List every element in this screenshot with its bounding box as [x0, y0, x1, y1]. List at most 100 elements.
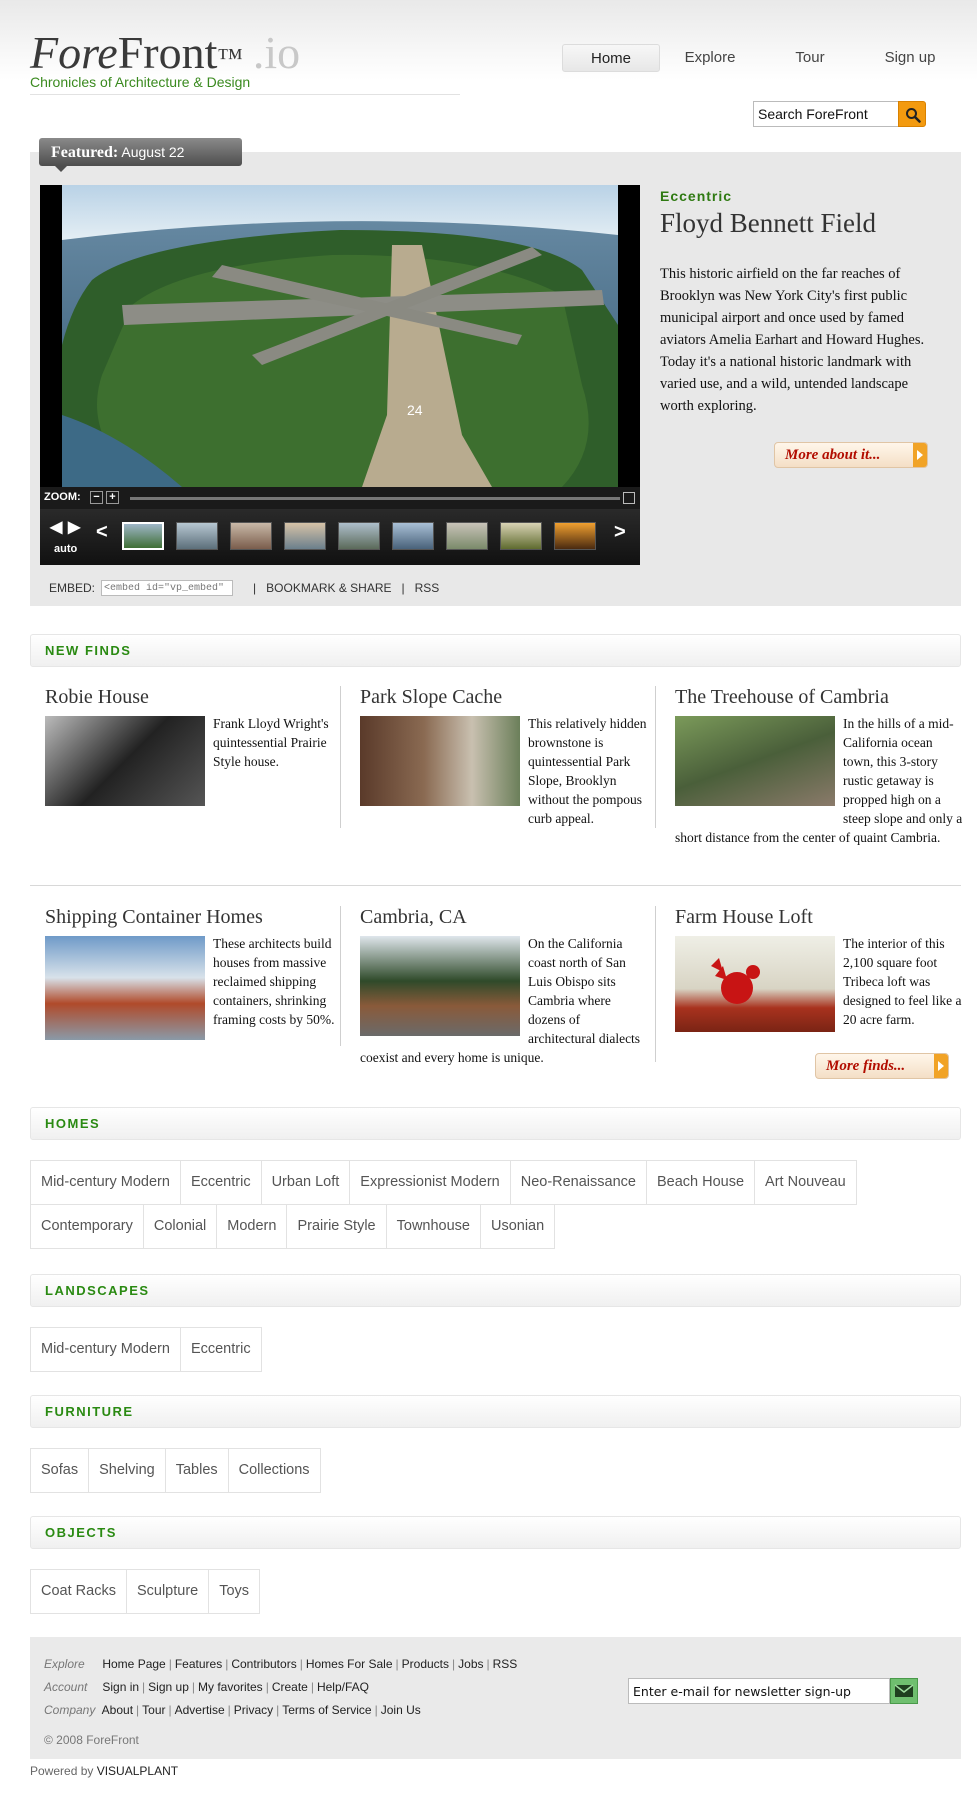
- find-image[interactable]: [360, 716, 520, 806]
- tag-neo-renaissance[interactable]: Neo-Renaissance: [509, 1160, 647, 1205]
- find-title[interactable]: Park Slope Cache: [360, 686, 650, 714]
- tag-urban-loft[interactable]: Urban Loft: [260, 1160, 351, 1205]
- find-title[interactable]: Cambria, CA: [360, 906, 650, 934]
- find-robie-house[interactable]: Robie House Frank Lloyd Wright's quintes…: [45, 686, 335, 810]
- footer-link-products[interactable]: Products: [402, 1657, 449, 1671]
- tag-usonian[interactable]: Usonian: [479, 1204, 556, 1249]
- footer-link-advertise[interactable]: Advertise: [175, 1703, 225, 1717]
- tag-toys[interactable]: Toys: [208, 1569, 261, 1614]
- nav-sign-up[interactable]: Sign up: [860, 44, 960, 72]
- play-icon[interactable]: ▶: [68, 517, 80, 537]
- embed-code-input[interactable]: [101, 580, 234, 596]
- find-cambria-ca[interactable]: Cambria, CA On the California coast nort…: [360, 906, 650, 1067]
- newsletter-submit-button[interactable]: [890, 1678, 918, 1704]
- thumbnail[interactable]: [122, 522, 164, 550]
- find-title[interactable]: The Treehouse of Cambria: [675, 686, 965, 714]
- thumbnail[interactable]: [338, 522, 380, 550]
- homes-tag-list: Mid-century Modern Eccentric Urban Loft Exp…: [30, 1160, 870, 1249]
- more-finds-button[interactable]: More finds...: [815, 1053, 949, 1079]
- search-icon: [906, 108, 921, 123]
- tag-expressionist-modern[interactable]: Expressionist Modern: [349, 1160, 511, 1205]
- tag-prairie-style[interactable]: Prairie Style: [286, 1204, 387, 1249]
- thumbs-prev-icon[interactable]: <: [96, 521, 108, 544]
- footer-link-homes-for-sale[interactable]: Homes For Sale: [306, 1657, 393, 1671]
- logo-io: .io: [252, 27, 301, 78]
- tag-colonial[interactable]: Colonial: [142, 1204, 218, 1249]
- tag-eccentric[interactable]: Eccentric: [179, 1327, 262, 1372]
- tag-beach-house[interactable]: Beach House: [645, 1160, 756, 1205]
- footer-link-home-page[interactable]: Home Page: [102, 1657, 165, 1671]
- footer-link-sign-up[interactable]: Sign up: [148, 1680, 189, 1694]
- nav-home[interactable]: Home: [562, 44, 660, 72]
- rss-link[interactable]: RSS: [415, 581, 440, 595]
- thumbnail[interactable]: [230, 522, 272, 550]
- find-image[interactable]: [45, 716, 205, 806]
- autoplay-label[interactable]: auto: [54, 543, 77, 555]
- footer-link-terms-of-service[interactable]: Terms of Service: [282, 1703, 371, 1717]
- find-farm-house-loft[interactable]: Farm House Loft The interior of this 2,1…: [675, 906, 965, 1036]
- footer-link-my-favorites[interactable]: My favorites: [198, 1680, 263, 1694]
- zoom-in-button[interactable]: +: [106, 491, 119, 504]
- footer-link-rss[interactable]: RSS: [493, 1657, 518, 1671]
- thumbnail[interactable]: [392, 522, 434, 550]
- tag-townhouse[interactable]: Townhouse: [385, 1204, 481, 1249]
- find-title[interactable]: Shipping Container Homes: [45, 906, 335, 934]
- zoom-slider[interactable]: [130, 497, 620, 500]
- tag-shelving[interactable]: Shelving: [88, 1448, 166, 1493]
- find-image[interactable]: [360, 936, 520, 1036]
- thumbnail[interactable]: [284, 522, 326, 550]
- tag-sofas[interactable]: Sofas: [30, 1448, 90, 1493]
- more-about-button[interactable]: More about it...: [774, 442, 928, 468]
- tag-coat-racks[interactable]: Coat Racks: [30, 1569, 127, 1614]
- footer-link-join-us[interactable]: Join Us: [381, 1703, 421, 1717]
- footer-link-jobs[interactable]: Jobs: [458, 1657, 483, 1671]
- find-treehouse-of-cambria[interactable]: The Treehouse of Cambria In the hills of…: [675, 686, 965, 847]
- search-box: [753, 101, 926, 127]
- featured-date: August 22: [121, 144, 185, 160]
- fullscreen-icon[interactable]: [623, 492, 635, 504]
- thumbnail[interactable]: [446, 522, 488, 550]
- search-input[interactable]: [753, 101, 899, 127]
- tag-eccentric[interactable]: Eccentric: [179, 1160, 262, 1205]
- nav-explore[interactable]: Explore: [660, 44, 760, 72]
- tag-contemporary[interactable]: Contemporary: [30, 1204, 144, 1249]
- tag-art-nouveau[interactable]: Art Nouveau: [754, 1160, 857, 1205]
- newsletter-email-input[interactable]: [628, 1678, 890, 1704]
- footer-link-privacy[interactable]: Privacy: [234, 1703, 273, 1717]
- tag-mid-century-modern[interactable]: Mid-century Modern: [30, 1327, 181, 1372]
- tag-modern[interactable]: Modern: [216, 1204, 288, 1249]
- thumbnail[interactable]: [554, 522, 596, 550]
- zoom-out-button[interactable]: −: [90, 491, 103, 504]
- site-logo[interactable]: ForeFront™ .io: [30, 28, 300, 78]
- find-image[interactable]: [45, 936, 205, 1040]
- landscapes-tag-list: Mid-century Modern Eccentric: [30, 1327, 961, 1372]
- find-image[interactable]: [675, 936, 835, 1032]
- footer-link-create[interactable]: Create: [272, 1680, 308, 1694]
- find-park-slope-cache[interactable]: Park Slope Cache This relatively hidden …: [360, 686, 650, 828]
- featured-title[interactable]: Floyd Bennett Field: [660, 208, 876, 239]
- footer-link-features[interactable]: Features: [175, 1657, 222, 1671]
- thumbnail[interactable]: [500, 522, 542, 550]
- thumbnail[interactable]: [176, 522, 218, 550]
- find-shipping-container-homes[interactable]: Shipping Container Homes These architect…: [45, 906, 335, 1044]
- tag-sculpture[interactable]: Sculpture: [125, 1569, 210, 1614]
- footer-link-sign-in[interactable]: Sign in: [102, 1680, 139, 1694]
- footer-link-tour[interactable]: Tour: [142, 1703, 165, 1717]
- tag-tables[interactable]: Tables: [164, 1448, 229, 1493]
- find-title[interactable]: Farm House Loft: [675, 906, 965, 934]
- nav-tour[interactable]: Tour: [760, 44, 860, 72]
- tag-collections[interactable]: Collections: [227, 1448, 321, 1493]
- find-title[interactable]: Robie House: [45, 686, 335, 714]
- footer-link-contributors[interactable]: Contributors: [231, 1657, 296, 1671]
- bookmark-share-link[interactable]: BOOKMARK & SHARE: [266, 581, 391, 595]
- prev-play-icon[interactable]: ◀: [50, 517, 62, 537]
- thumbs-next-icon[interactable]: >: [614, 521, 626, 544]
- featured-category[interactable]: Eccentric: [660, 188, 732, 204]
- tag-mid-century-modern[interactable]: Mid-century Modern: [30, 1160, 181, 1205]
- find-image[interactable]: [675, 716, 835, 806]
- footer-link-about[interactable]: About: [102, 1703, 133, 1717]
- powered-by-link[interactable]: VISUALPLANT: [97, 1764, 178, 1778]
- search-button[interactable]: [898, 101, 926, 127]
- featured-photo[interactable]: 24: [62, 185, 618, 487]
- footer-link-help-faq[interactable]: Help/FAQ: [317, 1680, 369, 1694]
